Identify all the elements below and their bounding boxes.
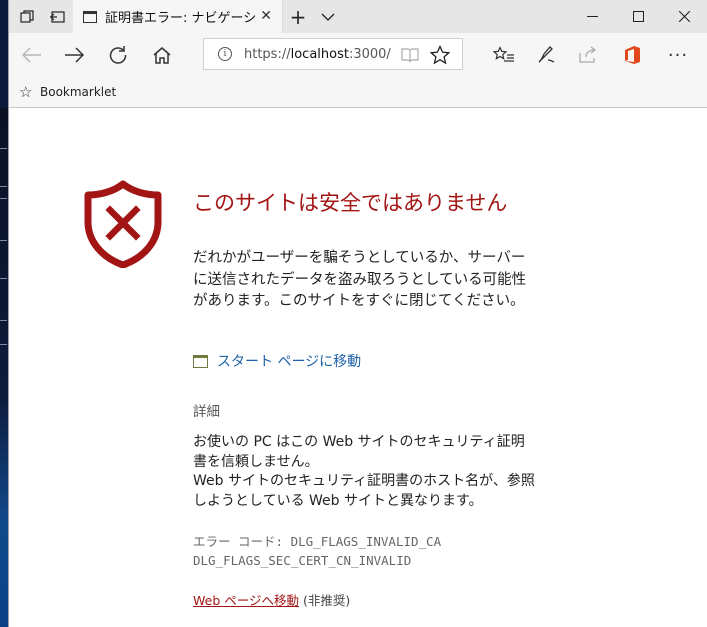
reading-view-icon[interactable] — [393, 39, 427, 71]
page-title: このサイトは安全ではありません — [193, 191, 508, 215]
error-code-1: DLG_FLAGS_INVALID_CA — [290, 534, 442, 549]
pen-icon[interactable] — [529, 39, 563, 71]
home-icon[interactable] — [145, 39, 179, 71]
info-icon[interactable]: i — [218, 47, 232, 61]
tab-bar: 証明書エラー: ナビゲーション ✕ + — [9, 0, 707, 33]
go-to-webpage-link[interactable]: Web ページへ移動 — [193, 593, 299, 608]
favorites-hub-icon[interactable] — [487, 39, 521, 71]
back-icon[interactable] — [15, 39, 49, 71]
close-window-icon[interactable] — [661, 0, 707, 33]
tab-title: 証明書エラー: ナビゲーション — [105, 11, 255, 26]
tab-list-icon[interactable] — [13, 0, 41, 33]
error-page: このサイトは安全ではありません だれかがユーザーを騙そうとしているか、サーバーに… — [9, 108, 707, 627]
close-icon[interactable]: ✕ — [260, 8, 272, 24]
forward-icon[interactable] — [57, 39, 91, 71]
new-tab-icon[interactable]: + — [281, 0, 315, 33]
share-icon[interactable] — [571, 39, 605, 71]
office-icon[interactable] — [615, 39, 649, 71]
error-description: だれかがユーザーを騙そうとしているか、サーバーに送信されたデータを盗み取ろうとし… — [193, 250, 527, 309]
go-to-start-page-link[interactable]: スタート ページに移動 — [193, 351, 361, 371]
more-icon[interactable]: ··· — [661, 39, 695, 71]
go-to-webpage: Web ページへ移動 (非推奨) — [193, 590, 350, 609]
refresh-icon[interactable] — [101, 39, 135, 71]
tab-current[interactable]: 証明書エラー: ナビゲーション ✕ — [73, 0, 283, 33]
star-icon[interactable] — [423, 39, 457, 71]
address-url: https://localhost:3000/ — [244, 46, 391, 62]
browser-window: 証明書エラー: ナビゲーション ✕ + i — [8, 0, 707, 627]
start-link-label: スタート ページに移動 — [217, 354, 362, 370]
star-icon: ☆ — [19, 83, 33, 101]
error-code-label: エラー コード: — [193, 534, 284, 549]
details-heading: 詳細 — [193, 404, 220, 420]
error-codes: エラー コード: DLG_FLAGS_INVALID_CA DLG_FLAGS_… — [193, 532, 441, 570]
shield-error-icon — [84, 180, 162, 268]
navigation-bar: i https://localhost:3000/ ··· — [9, 33, 707, 77]
favorites-bar: ☆ Bookmarklet — [9, 77, 707, 108]
not-recommended-note: (非推奨) — [302, 593, 351, 608]
details-line-1: お使いの PC はこの Web サイトのセキュリティ証明書を信頼しません。 — [193, 434, 525, 470]
page-icon — [193, 354, 208, 368]
page-icon — [83, 10, 97, 23]
chevron-down-icon[interactable] — [313, 0, 343, 33]
maximize-icon[interactable] — [615, 0, 661, 33]
details-line-2: Web サイトのセキュリティ証明書のホスト名が、参照しようとしている Web サ… — [193, 473, 535, 509]
favorite-bookmarklet[interactable]: Bookmarklet — [40, 85, 116, 99]
error-code-2: DLG_FLAGS_SEC_CERT_CN_INVALID — [193, 553, 412, 568]
details-text: お使いの PC はこの Web サイトのセキュリティ証明書を信頼しません。 We… — [193, 433, 538, 511]
minimize-icon[interactable] — [569, 0, 615, 33]
set-tabs-aside-icon[interactable] — [43, 0, 71, 33]
